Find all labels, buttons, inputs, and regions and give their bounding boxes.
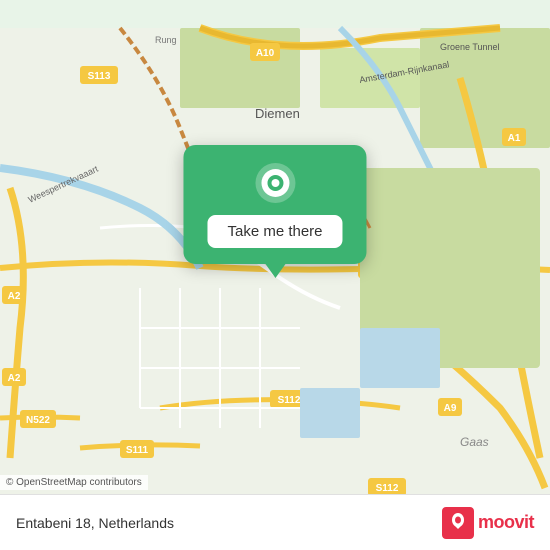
address-section: Entabeni 18, Netherlands (16, 515, 174, 531)
svg-text:S111: S111 (126, 445, 149, 456)
moovit-logo: moovit (442, 507, 534, 539)
location-pin-icon (253, 161, 297, 205)
popup-tail (265, 264, 285, 278)
svg-text:A9: A9 (444, 403, 457, 414)
moovit-icon (442, 507, 474, 539)
svg-text:A2: A2 (8, 291, 21, 302)
svg-text:N522: N522 (26, 415, 50, 426)
svg-text:A2: A2 (8, 373, 21, 384)
take-me-there-button[interactable]: Take me there (207, 215, 342, 248)
svg-text:Diemen: Diemen (255, 106, 300, 121)
svg-text:S112: S112 (376, 483, 399, 494)
svg-text:Gaas: Gaas (460, 435, 489, 449)
address-label: Entabeni 18, Netherlands (16, 515, 174, 531)
svg-text:A1: A1 (508, 133, 521, 144)
svg-text:A10: A10 (256, 48, 275, 59)
copyright-text: © OpenStreetMap contributors (6, 477, 142, 488)
map-container[interactable]: S112 S113 S113 A10 A1 A9 A9 A2 A2 S111 N… (0, 0, 550, 550)
svg-text:Rung: Rung (155, 35, 177, 45)
location-popup: Take me there (183, 145, 366, 264)
svg-text:S113: S113 (88, 71, 111, 82)
map-attribution: © OpenStreetMap contributors (0, 475, 148, 490)
svg-text:S112: S112 (278, 395, 301, 406)
svg-text:Groene Tunnel: Groene Tunnel (440, 42, 500, 52)
bottom-bar: Entabeni 18, Netherlands moovit (0, 494, 550, 550)
moovit-brand-text: moovit (478, 512, 534, 533)
